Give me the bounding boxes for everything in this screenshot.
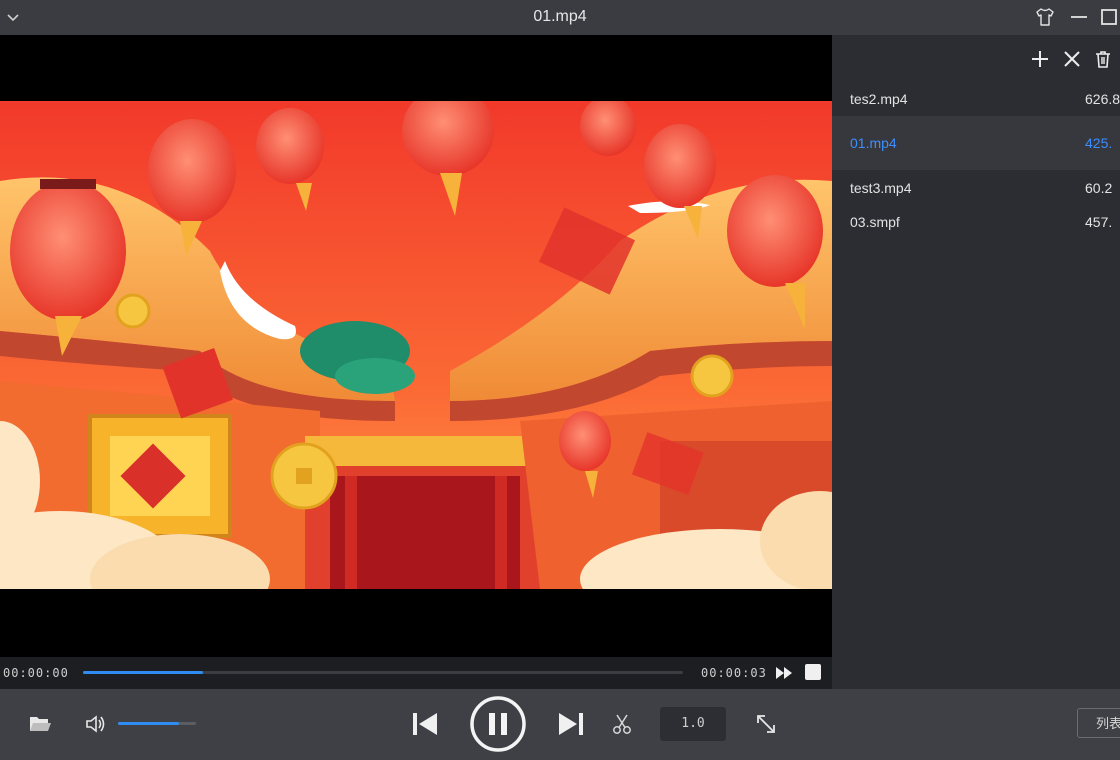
- playlist-item-name: 01.mp4: [850, 135, 897, 151]
- current-time: 00:00:00: [3, 666, 69, 680]
- playlist-item-size: 425.: [1085, 135, 1113, 151]
- maximize-icon[interactable]: [1098, 6, 1120, 28]
- skip-previous-icon[interactable]: [410, 711, 440, 737]
- playlist-item-size: 626.8: [1085, 91, 1120, 107]
- expand-icon[interactable]: [755, 713, 777, 735]
- speaker-icon[interactable]: [84, 713, 108, 735]
- stop-icon[interactable]: [805, 664, 821, 680]
- pause-icon[interactable]: [469, 695, 527, 753]
- playlist-item-name: tes2.mp4: [850, 91, 908, 107]
- control-bar: 1.0 列表: [0, 689, 1120, 760]
- playlist-item[interactable]: 03.smpf 457.: [832, 205, 1120, 239]
- playlist-item-size: 60.2: [1085, 180, 1113, 196]
- playlist-footer: [832, 657, 1120, 689]
- skip-next-icon[interactable]: [556, 711, 586, 737]
- playlist-item-name: test3.mp4: [850, 180, 912, 196]
- title-bar: 01.mp4: [0, 0, 1120, 36]
- video-frame: [0, 101, 832, 589]
- tshirt-icon[interactable]: [1034, 6, 1056, 28]
- folder-open-icon[interactable]: [28, 711, 52, 735]
- close-icon[interactable]: [1062, 49, 1082, 69]
- progress-bar-row: 00:00:00 00:00:03: [0, 657, 832, 689]
- minimize-icon[interactable]: [1068, 6, 1090, 28]
- volume-slider-fill: [118, 722, 179, 725]
- trash-icon[interactable]: [1093, 49, 1113, 69]
- scissors-icon[interactable]: [611, 713, 633, 735]
- seek-slider[interactable]: [83, 671, 683, 674]
- playlist-panel: tes2.mp4 626.8 01.mp4 425. test3.mp4 60.…: [832, 35, 1120, 657]
- total-time: 00:00:03: [701, 666, 767, 680]
- playlist-item-size: 457.: [1085, 214, 1113, 230]
- playlist-item-active[interactable]: 01.mp4 425.: [832, 116, 1120, 170]
- volume-slider[interactable]: [118, 722, 196, 725]
- window-title: 01.mp4: [533, 8, 587, 25]
- seek-slider-fill: [83, 671, 203, 674]
- plus-icon[interactable]: [1030, 49, 1050, 69]
- playlist-item[interactable]: tes2.mp4 626.8: [832, 82, 1120, 116]
- playlist-item-name: 03.smpf: [850, 214, 900, 230]
- playlist-toggle-button[interactable]: 列表: [1077, 708, 1120, 738]
- playlist-item[interactable]: test3.mp4 60.2: [832, 171, 1120, 205]
- fast-forward-icon[interactable]: [775, 665, 793, 681]
- playback-speed-field[interactable]: 1.0: [660, 707, 726, 741]
- video-viewport[interactable]: [0, 35, 832, 657]
